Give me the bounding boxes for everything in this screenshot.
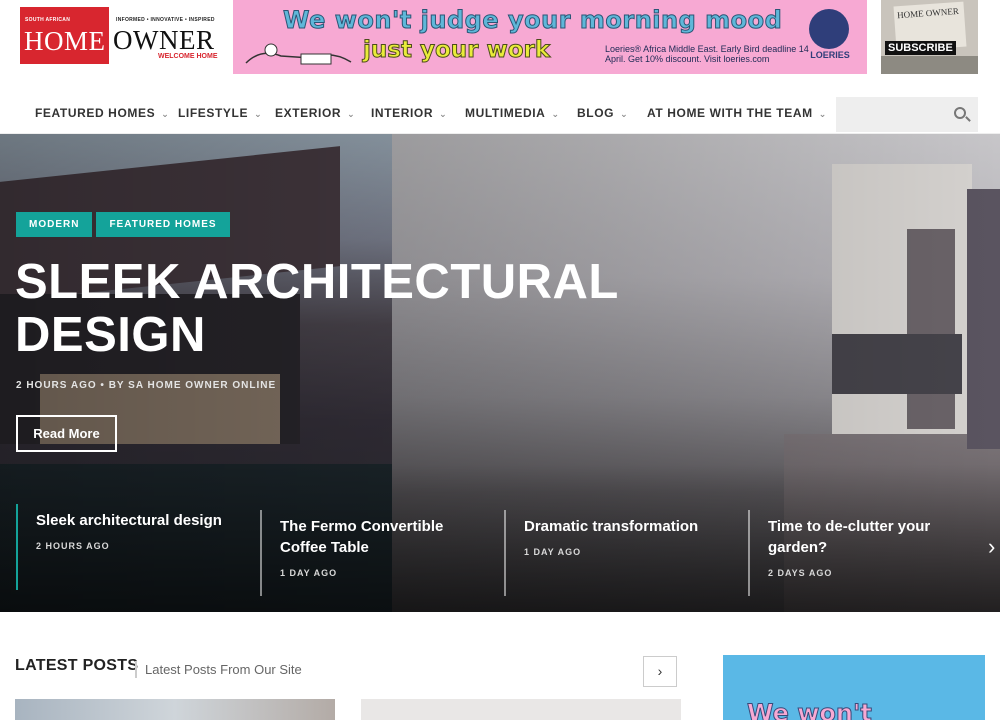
latest-next-button[interactable]: › xyxy=(643,656,677,687)
hero-post-item[interactable]: Sleek architectural design 2 HOURS AGO xyxy=(16,504,246,590)
nav-item-label: INTERIOR xyxy=(371,106,434,120)
nav-item-label: LIFESTYLE xyxy=(178,106,249,120)
ad-figure-illustration xyxy=(245,43,352,65)
hero-title[interactable]: SLEEK ARCHITECTURAL DESIGN xyxy=(15,256,635,362)
logo-red-block: SOUTH AFRICAN HOME xyxy=(20,7,109,64)
chevron-down-icon: ⌄ xyxy=(439,109,448,119)
logo-home-text: HOME xyxy=(24,26,106,56)
chevron-right-icon: › xyxy=(657,663,663,679)
logo-tagline: INFORMED • INNOVATIVE • INSPIRED xyxy=(116,17,215,23)
nav-item-label: AT HOME WITH THE TEAM xyxy=(647,106,813,120)
nav-item-label: FEATURED HOMES xyxy=(35,106,156,120)
hero-categories: MODERN FEATURED HOMES xyxy=(16,212,234,237)
search-icon[interactable] xyxy=(954,107,966,119)
loeries-badge-icon xyxy=(809,9,849,49)
ad-headline-2: just your work xyxy=(362,37,551,64)
hero-post-item[interactable]: Time to de-clutter your garden? 2 DAYS A… xyxy=(748,510,968,596)
search-box[interactable] xyxy=(836,97,978,132)
site-logo[interactable]: SOUTH AFRICAN HOME INFORMED • INNOVATIVE… xyxy=(20,7,222,65)
subscribe-label: SUBSCRIBE xyxy=(885,41,956,55)
latest-post-thumbnail[interactable] xyxy=(361,699,681,720)
chevron-down-icon: ⌄ xyxy=(620,109,629,119)
chevron-down-icon: ⌄ xyxy=(254,109,263,119)
top-banner-ad[interactable]: We won't judge your morning mood just yo… xyxy=(233,0,867,74)
logo-sa-text: SOUTH AFRICAN xyxy=(25,17,71,23)
nav-item-multimedia[interactable]: MULTIMEDIA ⌄ xyxy=(465,106,560,120)
hero-post-time: 1 DAY AGO xyxy=(524,547,582,557)
category-tag-modern[interactable]: MODERN xyxy=(16,212,93,237)
hero-meta: 2 HOURS AGO • BY SA HOME OWNER ONLINE xyxy=(16,380,277,391)
ad-fine-print: Loeries® Africa Middle East. Early Bird … xyxy=(605,44,809,64)
logo-owner-text: OWNER xyxy=(113,25,215,55)
magazine-stack xyxy=(881,56,978,74)
hero-slider[interactable]: MODERN FEATURED HOMES SLEEK ARCHITECTURA… xyxy=(0,134,1000,612)
nav-item-exterior[interactable]: EXTERIOR ⌄ xyxy=(275,106,355,120)
chevron-down-icon: ⌄ xyxy=(347,109,356,119)
nav-item-lifestyle[interactable]: LIFESTYLE ⌄ xyxy=(178,106,262,120)
hero-post-title: The Fermo Convertible Coffee Table xyxy=(280,518,444,556)
magazine-cover-title: HOME OWNER xyxy=(896,5,960,21)
logo-welcome-text: WELCOME HOME xyxy=(158,53,218,60)
hero-post-title: Time to de-clutter your garden? xyxy=(768,518,931,556)
read-more-button[interactable]: Read More xyxy=(16,415,117,452)
latest-posts-subtitle: Latest Posts From Our Site xyxy=(135,661,302,678)
chevron-right-icon[interactable]: › xyxy=(988,534,995,560)
sidebar-ad[interactable]: We won't xyxy=(723,655,985,720)
hero-post-time: 2 DAYS AGO xyxy=(768,568,833,578)
subscribe-magazine-promo[interactable]: HOME OWNER SUBSCRIBE xyxy=(881,0,978,74)
ad-badge-label: LOERIES xyxy=(810,50,850,60)
latest-post-thumbnail[interactable] xyxy=(15,699,335,720)
ad-headline-1: We won't judge your morning mood xyxy=(282,6,783,35)
nav-item-at-home-with-the-team[interactable]: AT HOME WITH THE TEAM ⌄ xyxy=(647,106,827,120)
sidebar-ad-text: We won't xyxy=(747,699,873,720)
hero-post-list: Sleek architectural design 2 HOURS AGO T… xyxy=(16,504,1000,596)
nav-item-interior[interactable]: INTERIOR ⌄ xyxy=(371,106,447,120)
category-tag-featured-homes[interactable]: FEATURED HOMES xyxy=(96,212,230,237)
hero-post-time: 2 HOURS AGO xyxy=(36,541,110,551)
nav-item-featured-homes[interactable]: FEATURED HOMES ⌄ xyxy=(35,106,169,120)
nav-item-blog[interactable]: BLOG ⌄ xyxy=(577,106,628,120)
latest-posts-heading: LATEST POSTS xyxy=(15,657,139,674)
nav-item-label: EXTERIOR xyxy=(275,106,342,120)
chevron-down-icon: ⌄ xyxy=(818,109,827,119)
chevron-down-icon: ⌄ xyxy=(161,109,170,119)
hero-post-item[interactable]: Dramatic transformation 1 DAY AGO xyxy=(504,510,732,596)
nav-item-label: BLOG xyxy=(577,106,615,120)
hero-post-item[interactable]: The Fermo Convertible Coffee Table 1 DAY… xyxy=(260,510,488,596)
hero-post-time: 1 DAY AGO xyxy=(280,568,338,578)
site-header: SOUTH AFRICAN HOME INFORMED • INNOVATIVE… xyxy=(0,0,1000,92)
hero-post-title: Sleek architectural design xyxy=(36,512,222,529)
nav-item-label: MULTIMEDIA xyxy=(465,106,546,120)
hero-post-title: Dramatic transformation xyxy=(524,518,699,535)
main-navigation: FEATURED HOMES ⌄ LIFESTYLE ⌄ EXTERIOR ⌄ INT… xyxy=(0,92,1000,134)
chevron-down-icon: ⌄ xyxy=(551,109,560,119)
